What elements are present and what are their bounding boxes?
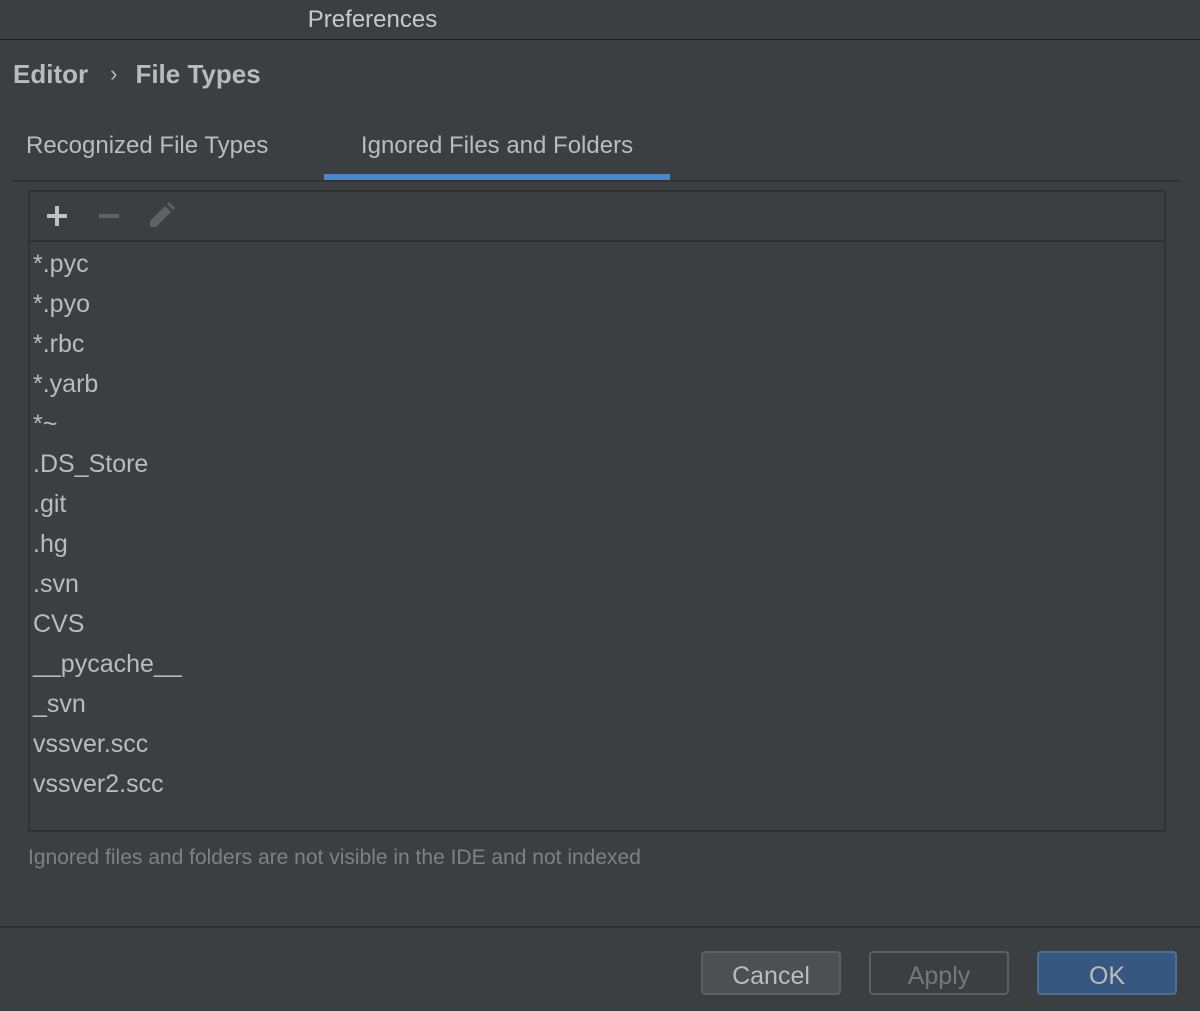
breadcrumb-item-editor[interactable]: Editor — [13, 59, 88, 90]
list-item[interactable]: *~ — [30, 404, 1164, 444]
breadcrumb: Editor › File Types — [13, 56, 261, 92]
pencil-icon — [150, 202, 175, 227]
list-item[interactable]: .git — [30, 484, 1164, 524]
title-bar: Preferences — [0, 0, 1200, 40]
apply-button[interactable]: Apply — [869, 951, 1009, 995]
list-toolbar — [30, 192, 1164, 242]
breadcrumb-separator-icon: › — [110, 61, 118, 86]
list-item[interactable]: .hg — [30, 524, 1164, 564]
ignored-files-panel: *.pyc *.pyo *.rbc *.yarb *~ .DS_Store .git .hg.… — [28, 190, 1166, 832]
list-item[interactable]: *.rbc — [30, 324, 1164, 364]
list-item[interactable]: *.pyo — [30, 284, 1164, 324]
list-item[interactable]: __pycache__ — [30, 644, 1164, 684]
breadcrumb-item-file-types: File Types — [135, 58, 261, 89]
tab-recognized-file-types[interactable]: Recognized File Types — [26, 120, 324, 178]
tab-bar: Recognized File Types Ignored Files and … — [12, 120, 1182, 182]
add-button[interactable] — [42, 201, 72, 231]
list-item[interactable]: .svn — [30, 564, 1164, 604]
tab-ignored-files-and-folders[interactable]: Ignored Files and Folders — [324, 120, 670, 180]
list-item[interactable]: _svn — [30, 684, 1164, 724]
list-item[interactable]: vssver2.scc — [30, 764, 1164, 804]
list-item[interactable]: CVS — [30, 604, 1164, 644]
ok-button[interactable]: OK — [1037, 951, 1177, 995]
plus-icon — [47, 206, 67, 226]
minus-icon — [99, 214, 119, 218]
list-item[interactable]: vssver.scc — [30, 724, 1164, 764]
ignored-files-list[interactable]: *.pyc *.pyo *.rbc *.yarb *~ .DS_Store .git .hg.… — [30, 244, 1164, 804]
list-item[interactable]: *.pyc — [30, 244, 1164, 284]
window-title: Preferences — [307, 6, 438, 33]
list-item[interactable]: .DS_Store — [30, 444, 1164, 484]
list-item[interactable]: *.yarb — [30, 364, 1164, 404]
hint-text: Ignored files and folders are not visibl… — [28, 846, 641, 869]
remove-button[interactable] — [94, 201, 124, 231]
dialog-footer: Cancel Apply OK — [0, 926, 1200, 1011]
edit-button[interactable] — [146, 201, 176, 231]
cancel-button[interactable]: Cancel — [701, 951, 841, 995]
